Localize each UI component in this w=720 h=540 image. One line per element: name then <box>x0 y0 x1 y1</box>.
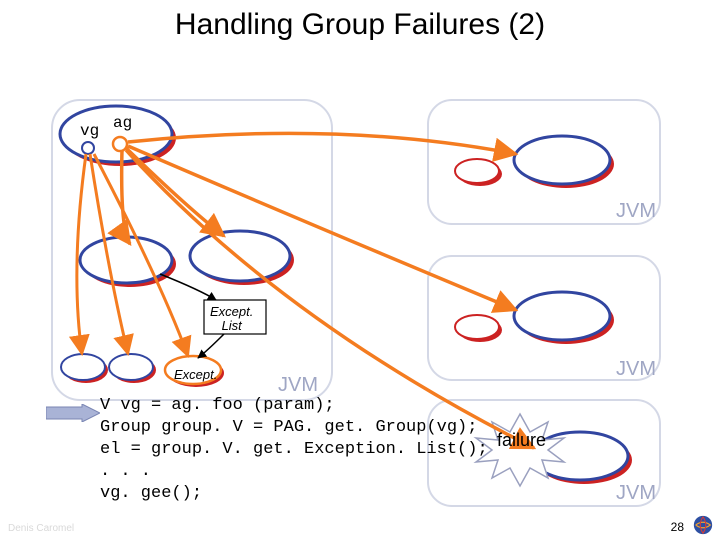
call-arrow-m2 <box>128 133 516 154</box>
jvm-label-2: JVM <box>616 358 656 381</box>
slide: Handling Group Failures (2) <box>0 0 720 540</box>
code-line-1: V vg = ag. foo (param); <box>100 396 335 415</box>
member3-object <box>514 292 610 340</box>
aux-object <box>80 237 172 283</box>
except-list-line2: List <box>222 318 242 333</box>
vg-label: vg <box>80 122 99 140</box>
code-line-5: vg. gee(); <box>100 484 202 503</box>
failure-label: failure <box>497 430 546 451</box>
footer-logo-icon <box>692 514 714 536</box>
jvm-label-3: JVM <box>616 482 656 505</box>
ag-label: ag <box>113 114 132 132</box>
except-label: Except. <box>174 367 217 382</box>
code-line-2: Group group. V = PAG. get. Group(vg); <box>100 418 477 437</box>
member3-res <box>455 315 499 339</box>
code-line-3: el = group. V. get. Exception. List(); <box>100 440 488 459</box>
code-line-4: . . . <box>100 462 151 481</box>
footer-page: 28 <box>671 520 684 534</box>
call-arrow-m1 <box>126 148 224 236</box>
jvm-label-1: JVM <box>616 200 656 223</box>
excpt-arrow-2 <box>198 334 224 358</box>
res-a <box>61 354 105 380</box>
vg-proxy <box>82 142 94 154</box>
member2-object <box>514 136 610 184</box>
excpt-arrow-1 <box>160 274 216 300</box>
member2-res <box>455 159 499 183</box>
ag-group <box>113 137 127 151</box>
code-block: V vg = ag. foo (param); Group group. V =… <box>100 395 488 505</box>
member1-object <box>190 231 290 281</box>
res-b <box>109 354 153 380</box>
footer-author: Denis Caromel <box>8 523 74 534</box>
code-pointer-arrow <box>46 404 100 422</box>
jvm-label-0: JVM <box>278 374 318 397</box>
except-list-label: Except. List <box>210 305 253 332</box>
